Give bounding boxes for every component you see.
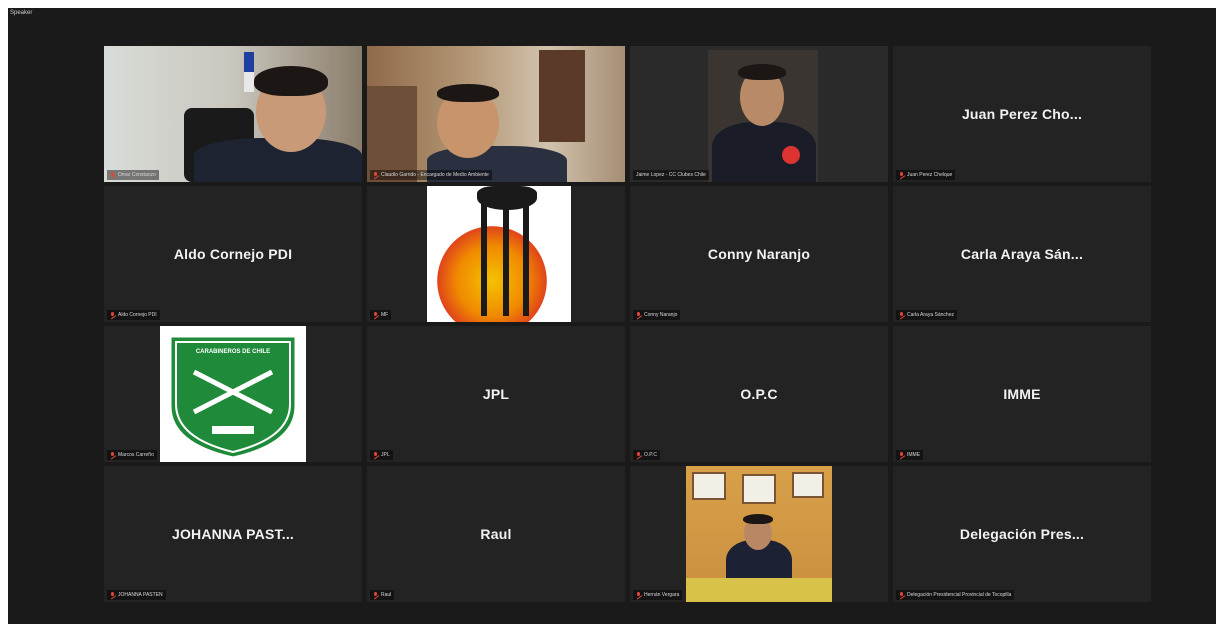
speaker-view-label[interactable]: Speaker — [10, 10, 32, 16]
participant-name: Carla Araya Sánchez — [907, 312, 954, 318]
participant-tile[interactable]: Hernán Vergara — [630, 466, 888, 602]
participant-tile[interactable]: O.P.C O.P.C — [630, 326, 888, 462]
participant-video — [104, 46, 362, 182]
participant-display-name: Conny Naranjo — [707, 246, 811, 262]
carabineros-shield-icon — [168, 334, 298, 460]
participant-name-label: Claudio Garrido - Encargado de Medio Amb… — [370, 170, 492, 180]
participant-name: Juan Perez Chelque — [907, 172, 953, 178]
participant-tile[interactable]: Juan Perez Cho... Juan Perez Chelque — [893, 46, 1151, 182]
participant-display-name: JPL — [482, 386, 510, 402]
mic-muted-icon — [110, 592, 115, 598]
mic-muted-icon — [899, 312, 904, 318]
mic-muted-icon — [110, 172, 115, 178]
participant-name-label: JOHANNA PASTEN — [107, 590, 166, 600]
mic-muted-icon — [899, 452, 904, 458]
mic-muted-icon — [899, 592, 904, 598]
mic-muted-icon — [899, 172, 904, 178]
participant-name: Aldo Cornejo PDI — [118, 312, 157, 318]
participant-tile[interactable]: Conny Naranjo Conny Naranjo — [630, 186, 888, 322]
participant-name: O.P.C — [644, 452, 657, 458]
participant-name: Delegación Presidencial Provincial de To… — [907, 592, 1012, 598]
mic-muted-icon — [373, 452, 378, 458]
profile-picture: CARABINEROS DE CHILE — [160, 326, 306, 462]
participant-name-label: Conny Naranjo — [633, 310, 681, 320]
participant-tile[interactable]: Carla Araya Sán... Carla Araya Sánchez — [893, 186, 1151, 322]
mic-muted-icon — [636, 312, 641, 318]
participant-name: Marcos Carreño — [118, 452, 154, 458]
participant-name: Claudio Garrido - Encargado de Medio Amb… — [381, 172, 489, 178]
participant-tile-active[interactable]: Jaime Lopez - CC Clubes Chile — [630, 46, 888, 182]
participant-video — [686, 466, 832, 602]
participant-name-label: Delegación Presidencial Provincial de To… — [896, 590, 1015, 600]
participant-name: Jaime Lopez - CC Clubes Chile — [636, 172, 706, 178]
participant-name-label: IMME — [896, 450, 924, 460]
participant-display-name: Raul — [480, 526, 512, 542]
mic-muted-icon — [373, 592, 378, 598]
participant-name-label: MF — [370, 310, 392, 320]
participant-name-label: Aldo Cornejo PDI — [107, 310, 160, 320]
participant-name-label: Hernán Vergara — [633, 590, 683, 600]
participant-tile[interactable]: Aldo Cornejo PDI Aldo Cornejo PDI — [104, 186, 362, 322]
mic-muted-icon — [373, 312, 378, 318]
participant-display-name: O.P.C — [740, 386, 778, 402]
participant-name: IMME — [907, 452, 921, 458]
participant-name-label: JPL — [370, 450, 393, 460]
participant-name-label: O.P.C — [633, 450, 660, 460]
participant-tile[interactable]: CARABINEROS DE CHILE Marcos Carreño — [104, 326, 362, 462]
profile-picture — [427, 186, 571, 322]
mic-muted-icon — [636, 592, 641, 598]
participant-tile[interactable]: Omar Constanzo — [104, 46, 362, 182]
participant-name: JOHANNA PASTEN — [118, 592, 163, 598]
participant-tile[interactable]: MF — [367, 186, 625, 322]
participant-name-label: Juan Perez Chelque — [896, 170, 956, 180]
participant-gallery: Omar Constanzo Claudio Garrido - Encarga… — [104, 46, 1151, 602]
participant-tile[interactable]: Raul Raul — [367, 466, 625, 602]
participant-name-label: Omar Constanzo — [107, 170, 159, 180]
participant-name-label: Jaime Lopez - CC Clubes Chile — [633, 170, 709, 180]
participant-display-name: Delegación Pres... — [959, 526, 1085, 542]
participant-display-name: Carla Araya Sán... — [960, 246, 1084, 262]
participant-name-label: Marcos Carreño — [107, 450, 157, 460]
participant-display-name: Aldo Cornejo PDI — [173, 246, 293, 262]
participant-name-label: Carla Araya Sánchez — [896, 310, 957, 320]
participant-display-name: IMME — [1003, 386, 1041, 402]
participant-name: Hernán Vergara — [644, 592, 680, 598]
participant-display-name: JOHANNA PAST... — [171, 526, 294, 542]
participant-tile[interactable]: JOHANNA PAST... JOHANNA PASTEN — [104, 466, 362, 602]
meeting-window: Speaker Omar Constanzo Claudio Garrido -… — [8, 8, 1216, 624]
mic-muted-icon — [373, 172, 378, 178]
mic-muted-icon — [636, 452, 641, 458]
participant-name: JPL — [381, 452, 390, 458]
participant-tile[interactable]: IMME IMME — [893, 326, 1151, 462]
participant-tile[interactable]: Delegación Pres... Delegación Presidenci… — [893, 466, 1151, 602]
participant-tile[interactable]: JPL JPL — [367, 326, 625, 462]
participant-tile[interactable]: Claudio Garrido - Encargado de Medio Amb… — [367, 46, 625, 182]
shield-title: CARABINEROS DE CHILE — [195, 349, 271, 355]
participant-name: Raul — [381, 592, 392, 598]
participant-name: Conny Naranjo — [644, 312, 678, 318]
mic-muted-icon — [110, 312, 115, 318]
participant-name: Omar Constanzo — [118, 172, 156, 178]
participant-video — [367, 46, 625, 182]
participant-name: MF — [381, 312, 389, 318]
participant-video — [630, 46, 888, 182]
participant-name-label: Raul — [370, 590, 395, 600]
mic-muted-icon — [110, 452, 115, 458]
participant-display-name: Juan Perez Cho... — [961, 106, 1083, 122]
